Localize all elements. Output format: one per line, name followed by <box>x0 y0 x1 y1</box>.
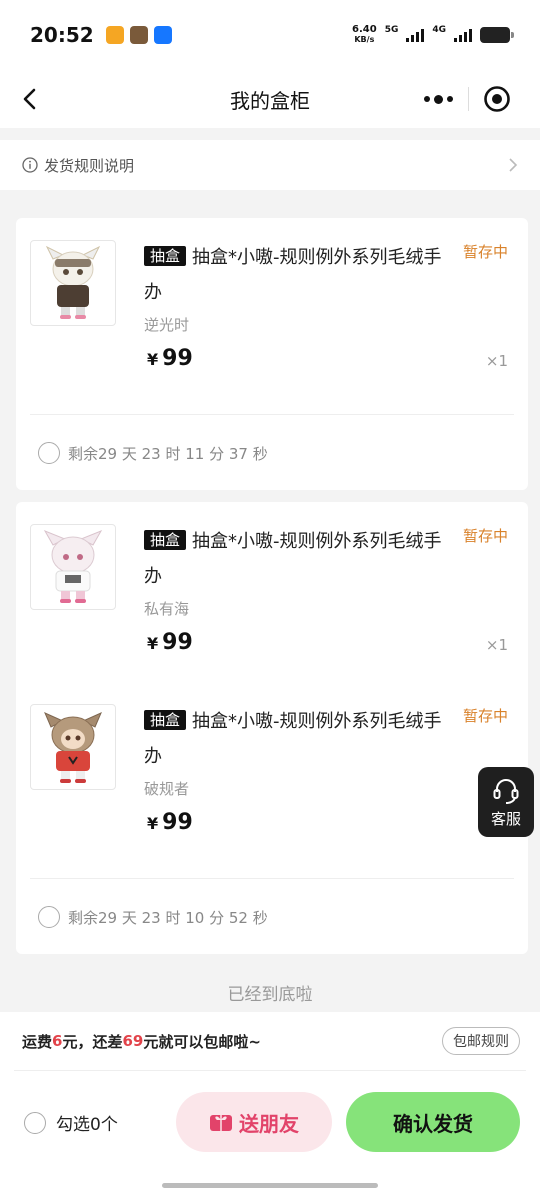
group-select-radio[interactable] <box>38 906 60 928</box>
notification-app-icon <box>105 26 124 44</box>
plush-figure-image <box>44 712 102 783</box>
product-thumbnail[interactable] <box>30 240 116 326</box>
product-price: ¥99 <box>147 630 193 655</box>
send-to-friend-label: 送朋友 <box>239 1111 299 1136</box>
shipping-fee-row: 运费 6 元，还差 69 元就可以包邮啦~ 包邮规则 <box>22 1026 520 1056</box>
more-options-button[interactable] <box>410 78 468 120</box>
blind-box-tag: 抽盒 <box>144 246 187 266</box>
status-bar: 20:52 6.40 KB/s 5G 4G <box>0 0 540 70</box>
card-divider <box>30 878 514 879</box>
network-speed: 6.40 KB/s <box>352 24 377 45</box>
info-icon <box>22 157 38 173</box>
navigation-bar: 我的盒柜 <box>0 70 540 128</box>
battery-icon <box>480 27 514 43</box>
sim1-network-label: 5G <box>384 25 399 35</box>
bottom-action-bar: 运费 6 元，还差 69 元就可以包邮啦~ 包邮规则 勾选0个 送朋友 确认发货 <box>0 1012 540 1200</box>
end-of-list-text: 已经到底啦 <box>227 985 313 1005</box>
shipping-rules-label: 发货规则说明 <box>44 156 135 175</box>
chevron-right-icon <box>509 158 518 172</box>
close-mini-program-button[interactable] <box>469 78 527 120</box>
notification-game-icon <box>129 26 148 44</box>
status-time: 20:52 <box>30 23 94 47</box>
card-divider <box>30 414 514 415</box>
product-price: ¥99 <box>147 810 193 835</box>
more-dot-icon <box>434 94 444 104</box>
signal-icon-2 <box>454 28 472 42</box>
more-dot-icon <box>424 96 431 102</box>
free-shipping-rules-button[interactable]: 包邮规则 <box>442 1027 520 1055</box>
back-arrow-icon[interactable] <box>16 82 50 116</box>
box-group-card-2: 抽盒 抽盒*小嗷-规则例外系列毛绒手办 暂存中 私有海 ¥99 ×1 抽盒 抽盒*小… <box>16 502 528 954</box>
box-group-card-1: 抽盒 抽盒*小嗷-规则例外系列毛绒手办 暂存中 逆光时 ¥99 ×1 剩余29 天… <box>16 218 528 490</box>
send-to-friend-button[interactable]: 送朋友 <box>176 1092 332 1152</box>
product-variant: 私有海 <box>144 600 190 618</box>
page-title: 我的盒柜 <box>230 88 310 113</box>
status-badge: 暂存中 <box>462 707 508 725</box>
notification-chat-icon <box>153 26 172 44</box>
customer-service-button[interactable]: 客服 <box>478 767 534 837</box>
sim2-network-label: 4G <box>432 25 446 35</box>
status-indicators: 6.40 KB/s 5G 4G <box>352 24 514 45</box>
headset-icon <box>493 778 519 804</box>
blind-box-tag: 抽盒 <box>144 710 187 730</box>
status-app-icons <box>105 26 172 44</box>
gift-ticket-icon <box>210 1115 232 1131</box>
plush-figure-image <box>45 245 101 319</box>
customer-service-label: 客服 <box>490 809 521 828</box>
group-select-row[interactable]: 剩余29 天 23 时 10 分 52 秒 <box>38 906 268 928</box>
plush-figure-image <box>43 530 103 603</box>
group-select-radio[interactable] <box>38 442 60 464</box>
product-title[interactable]: 抽盒 抽盒*小嗷-规则例外系列毛绒手办 <box>144 524 454 594</box>
product-price: ¥99 <box>147 346 193 371</box>
remaining-time: 剩余29 天 23 时 11 分 37 秒 <box>68 444 268 463</box>
group-select-row[interactable]: 剩余29 天 23 时 11 分 37 秒 <box>38 442 268 464</box>
product-quantity: ×1 <box>485 352 508 370</box>
home-indicator <box>162 1183 378 1188</box>
status-badge: 暂存中 <box>462 243 508 261</box>
product-variant: 逆光时 <box>144 316 190 334</box>
footer-divider <box>14 1070 526 1071</box>
product-title[interactable]: 抽盒 抽盒*小嗷-规则例外系列毛绒手办 <box>144 704 454 774</box>
remaining-time: 剩余29 天 23 时 10 分 52 秒 <box>68 908 268 927</box>
target-close-icon <box>484 86 511 112</box>
box-item[interactable]: 抽盒 抽盒*小嗷-规则例外系列毛绒手办 暂存中 逆光时 ¥99 ×1 <box>16 240 528 400</box>
more-dot-icon <box>447 96 454 102</box>
product-variant: 破规者 <box>144 780 190 798</box>
mini-program-capsule <box>410 78 526 120</box>
confirm-shipping-button[interactable]: 确认发货 <box>346 1092 520 1152</box>
free-shipping-gap: 69 <box>122 1032 144 1050</box>
box-item[interactable]: 抽盒 抽盒*小嗷-规则例外系列毛绒手办 暂存中 私有海 ¥99 ×1 <box>16 524 528 684</box>
product-thumbnail[interactable] <box>30 524 116 610</box>
shipping-rules-link[interactable]: 发货规则说明 <box>0 140 540 190</box>
select-all-control[interactable]: 勾选0个 <box>24 1110 118 1135</box>
product-title[interactable]: 抽盒 抽盒*小嗷-规则例外系列毛绒手办 <box>144 240 454 310</box>
product-thumbnail[interactable] <box>30 704 116 790</box>
box-item[interactable]: 抽盒 抽盒*小嗷-规则例外系列毛绒手办 暂存中 破规者 ¥99 <box>16 704 528 864</box>
product-quantity: ×1 <box>485 636 508 654</box>
selected-count-label: 勾选0个 <box>56 1115 118 1135</box>
signal-icon <box>406 28 425 42</box>
blind-box-tag: 抽盒 <box>144 530 187 550</box>
status-badge: 暂存中 <box>462 527 508 545</box>
select-all-radio[interactable] <box>24 1111 46 1134</box>
shipping-fee: 6 <box>52 1032 63 1050</box>
